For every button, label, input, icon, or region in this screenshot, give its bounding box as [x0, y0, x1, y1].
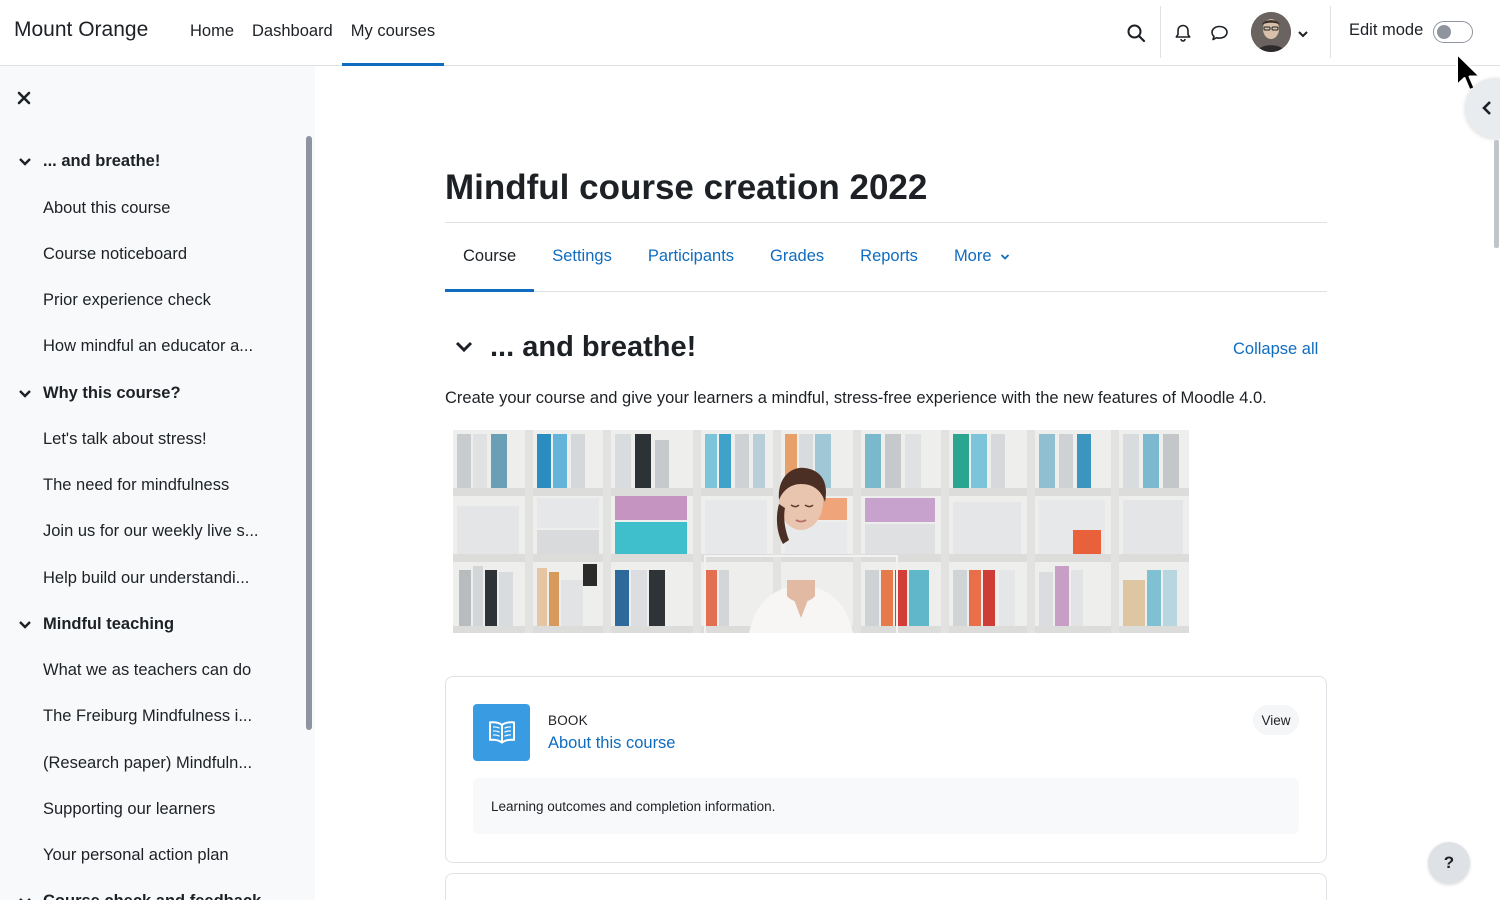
tab-reports[interactable]: Reports	[842, 223, 936, 291]
drawer-item[interactable]: What we as teachers can do	[43, 661, 251, 680]
drawer-item[interactable]: Course noticeboard	[43, 245, 187, 264]
drawer-item[interactable]: (Research paper) Mindfuln...	[43, 754, 252, 773]
activity-type: BOOK	[548, 713, 588, 728]
drawer-item[interactable]: About this course	[43, 199, 171, 218]
navbar-divider	[1160, 6, 1161, 58]
drawer-item[interactable]: The Freiburg Mindfulness i...	[43, 707, 252, 726]
edit-mode-toggle[interactable]	[1433, 21, 1473, 43]
activity-description: Learning outcomes and completion informa…	[473, 778, 1299, 834]
drawer-item[interactable]: The need for mindfulness	[43, 476, 229, 495]
help-button[interactable]: ?	[1428, 842, 1470, 884]
drawer-section-title: ... and breathe!	[43, 152, 161, 170]
nav-home[interactable]: Home	[181, 0, 243, 65]
nav-dashboard[interactable]: Dashboard	[243, 0, 342, 65]
bell-icon[interactable]	[1168, 18, 1198, 48]
tab-more[interactable]: More	[936, 223, 1028, 291]
edit-mode-label: Edit mode	[1349, 21, 1424, 39]
view-button[interactable]: View	[1253, 705, 1299, 735]
top-navbar: Mount Orange Home Dashboard My courses E…	[0, 0, 1500, 66]
activity-card	[445, 873, 1327, 900]
chevron-down-icon	[455, 341, 473, 353]
tab-course[interactable]: Course	[445, 223, 535, 292]
page-title: Mindful course creation 2022	[445, 168, 928, 207]
site-brand[interactable]: Mount Orange	[14, 18, 148, 42]
avatar[interactable]	[1251, 12, 1291, 52]
chevron-down-icon	[19, 897, 31, 900]
chevron-down-icon	[1000, 254, 1010, 260]
drawer-item[interactable]: Join us for our weekly live s...	[43, 522, 259, 541]
section-collapse-toggle[interactable]	[455, 340, 473, 359]
drawer-section-title: Mindful teaching	[43, 615, 175, 633]
nav-my-courses[interactable]: My courses	[341, 0, 445, 66]
search-icon[interactable]	[1121, 18, 1151, 48]
chevron-left-icon	[1482, 101, 1491, 115]
section-banner-image	[453, 430, 1189, 633]
tab-more-label: More	[953, 247, 992, 265]
collapse-all-link[interactable]: Collapse all	[1233, 340, 1318, 359]
activity-card: BOOK About this course View Learning out…	[445, 676, 1327, 863]
chevron-down-icon	[19, 157, 31, 166]
drawer-scrollbar[interactable]	[306, 136, 312, 730]
chevron-down-icon	[19, 389, 31, 398]
drawer-section[interactable]: Why this course?	[16, 384, 181, 403]
primary-navigation: Home Dashboard My courses	[181, 0, 445, 66]
navbar-divider	[1330, 6, 1331, 58]
drawer-item[interactable]: Supporting our learners	[43, 800, 215, 819]
tab-participants[interactable]: Participants	[630, 223, 752, 291]
section-title: ... and breathe!	[490, 331, 697, 363]
page-scrollbar[interactable]	[1494, 140, 1499, 248]
toggle-knob	[1437, 24, 1451, 39]
drawer-item[interactable]: Prior experience check	[43, 291, 211, 310]
chat-icon[interactable]	[1204, 18, 1234, 48]
chevron-down-icon	[19, 620, 31, 629]
drawer-section[interactable]: Course check and feedback	[16, 892, 261, 900]
close-icon[interactable]	[16, 90, 32, 111]
drawer-section-title: Why this course?	[43, 384, 181, 402]
chevron-down-icon[interactable]	[1297, 26, 1309, 44]
drawer-section-title: Course check and feedback	[43, 892, 261, 900]
book-icon[interactable]	[473, 704, 530, 761]
course-index-drawer: ... and breathe! About this course Cours…	[0, 66, 315, 900]
drawer-item[interactable]: How mindful an educator a...	[43, 337, 253, 356]
drawer-item[interactable]: Let's talk about stress!	[43, 430, 207, 449]
tab-settings[interactable]: Settings	[534, 223, 630, 291]
section-summary: Create your course and give your learner…	[445, 389, 1267, 407]
drawer-item[interactable]: Help build our understandi...	[43, 569, 249, 588]
drawer-item[interactable]: Your personal action plan	[43, 846, 229, 865]
course-secondary-navigation: Course Settings Participants Grades Repo…	[445, 223, 1327, 292]
drawer-section[interactable]: ... and breathe!	[16, 152, 160, 171]
tab-grades[interactable]: Grades	[752, 223, 842, 291]
activity-link[interactable]: About this course	[548, 734, 676, 753]
drawer-section[interactable]: Mindful teaching	[16, 615, 174, 634]
